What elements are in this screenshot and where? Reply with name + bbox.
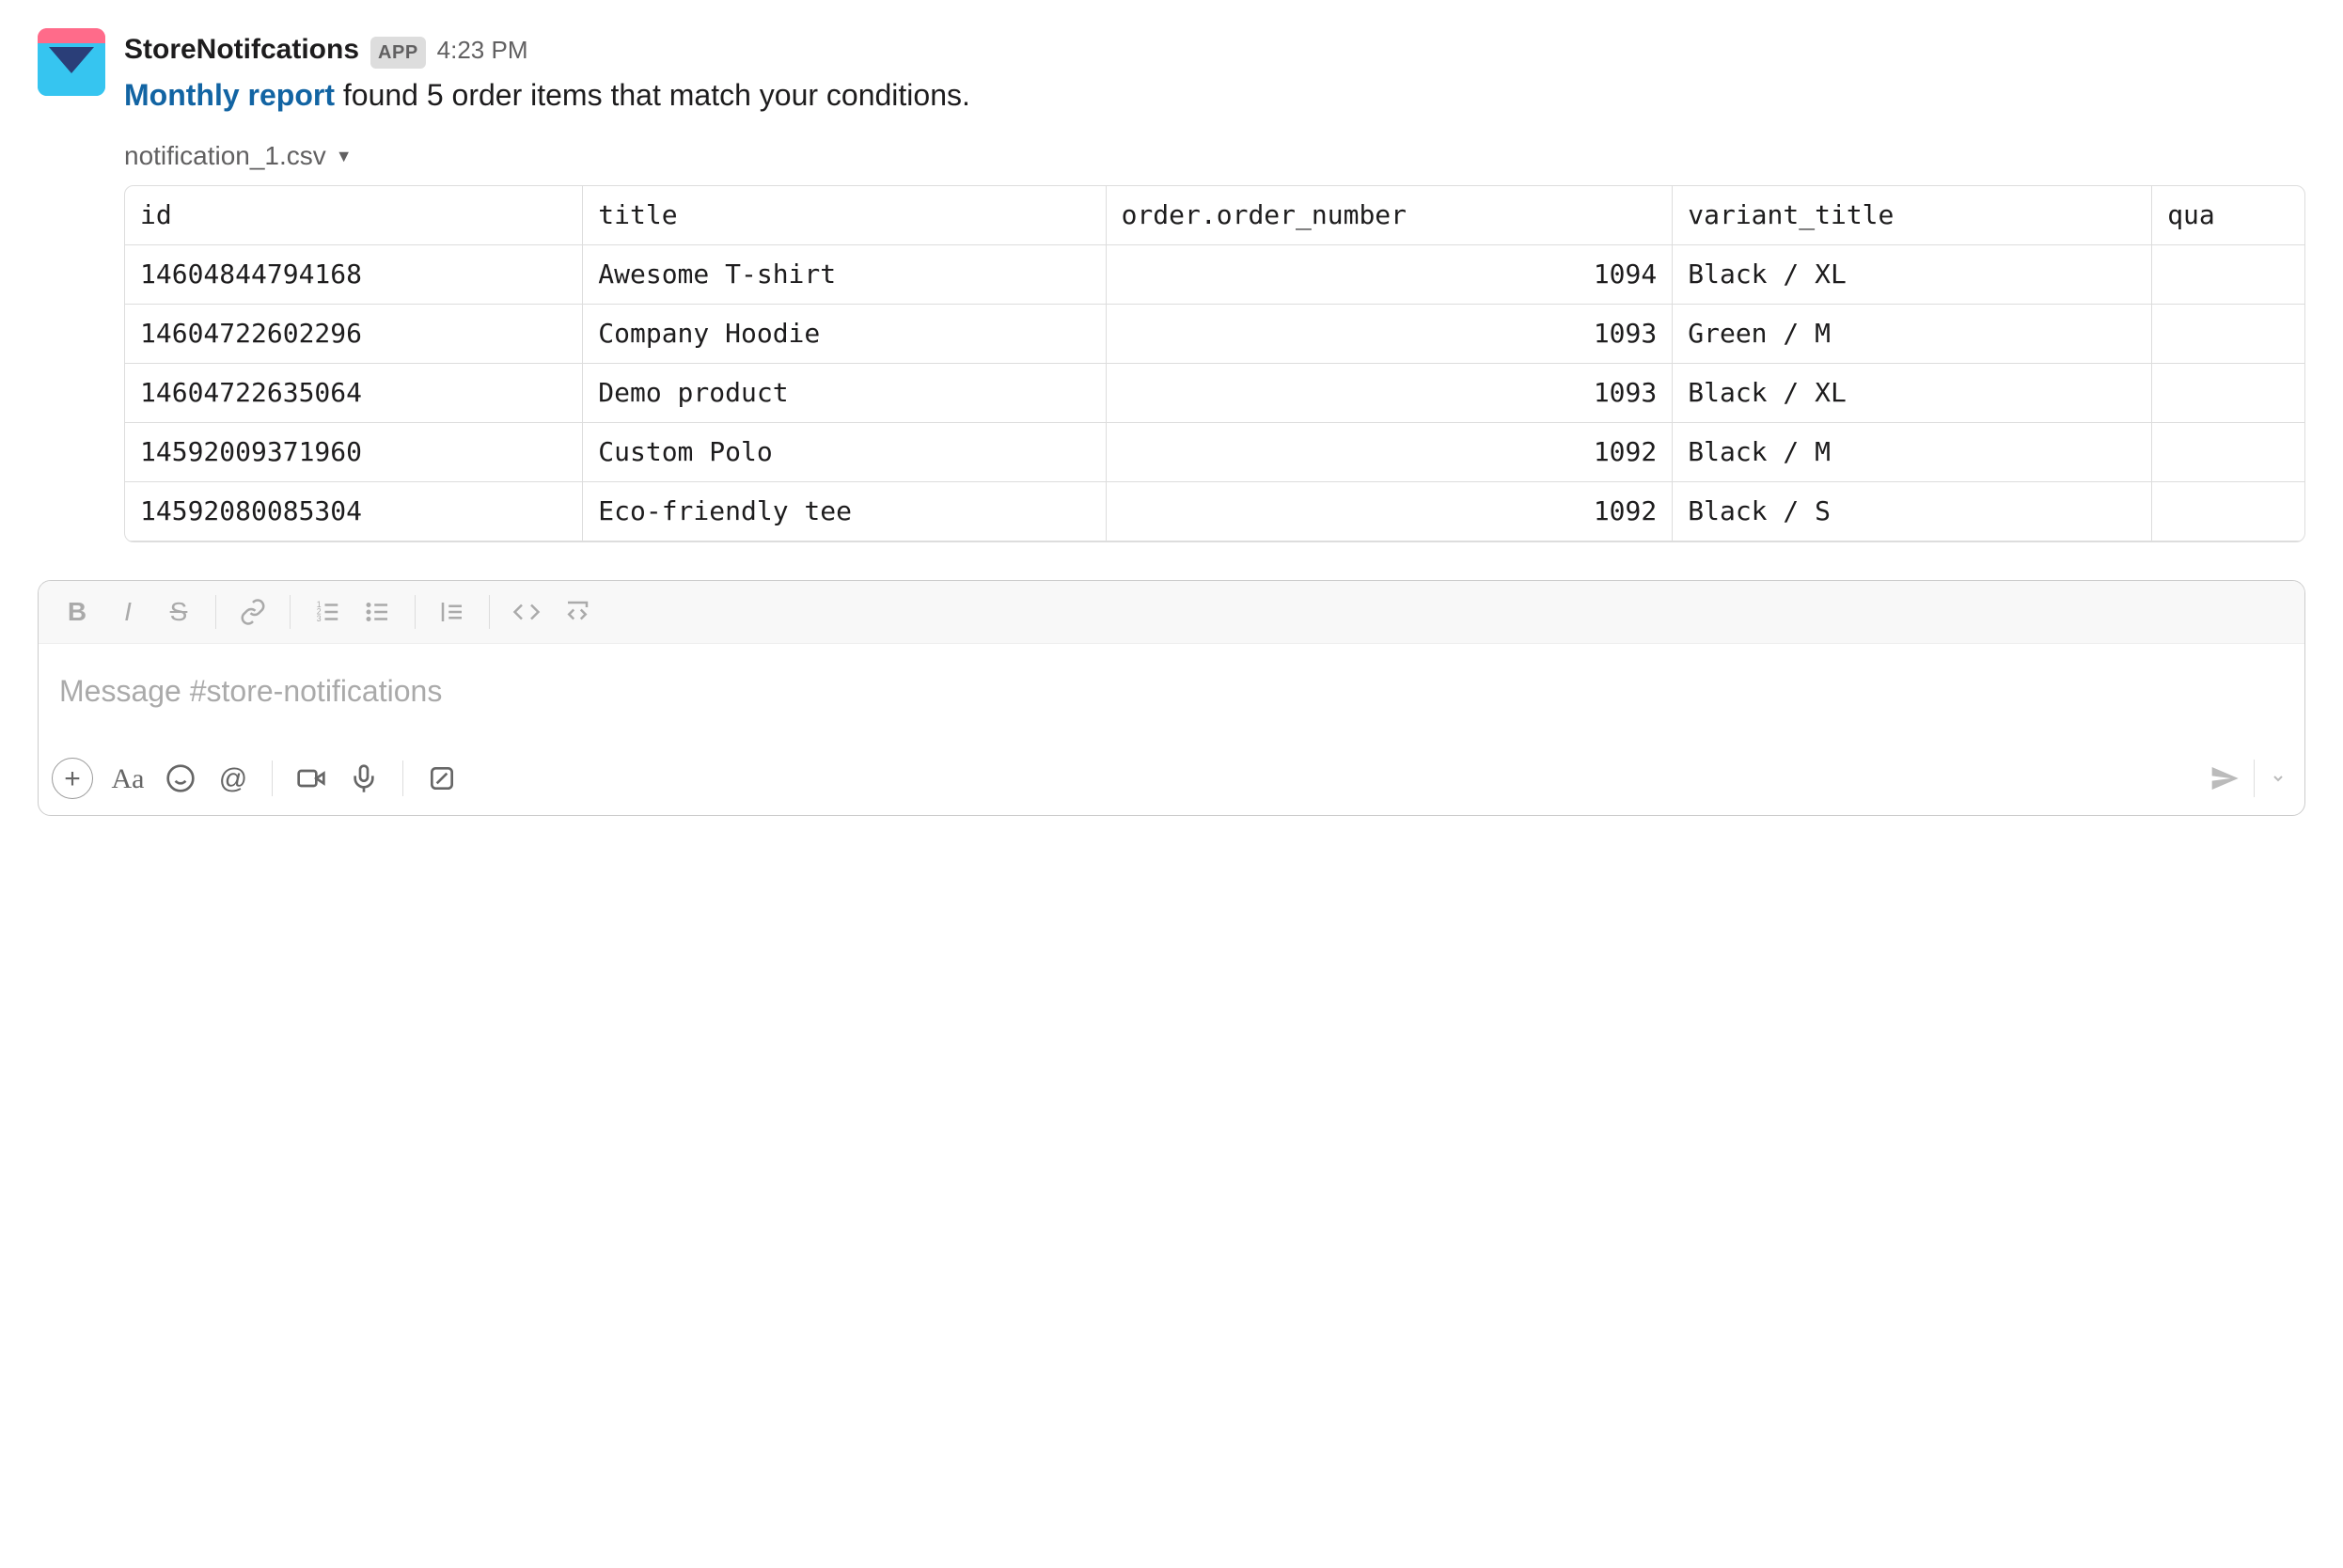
cell-qty: [2152, 364, 2304, 423]
sender-name[interactable]: StoreNotifcations: [124, 28, 359, 71]
code-block-icon[interactable]: [556, 590, 599, 634]
bold-icon[interactable]: B: [55, 590, 99, 634]
col-header: order.order_number: [1106, 186, 1673, 245]
table-row: 14604844794168 Awesome T-shirt 1094 Blac…: [125, 245, 2304, 305]
cell-variant: Black / XL: [1673, 364, 2152, 423]
col-header: id: [125, 186, 583, 245]
file-attachment: notification_1.csv ▼ id title order: [124, 134, 2305, 542]
report-link[interactable]: Monthly report: [124, 78, 335, 112]
separator: [215, 595, 216, 629]
table-row: 14592080085304 Eco-friendly tee 1092 Bla…: [125, 482, 2304, 541]
table-row: 14592009371960 Custom Polo 1092 Black / …: [125, 423, 2304, 482]
attachment-filename[interactable]: notification_1.csv ▼: [124, 136, 353, 176]
table-row: 14604722635064 Demo product 1093 Black /…: [125, 364, 2304, 423]
italic-icon[interactable]: I: [106, 590, 149, 634]
emoji-icon[interactable]: [157, 755, 204, 802]
separator: [272, 760, 273, 796]
app-badge: APP: [370, 37, 426, 69]
cell-id: 14592009371960: [125, 423, 583, 482]
message-rest: found 5 order items that match your cond…: [335, 78, 970, 112]
shortcuts-icon[interactable]: [418, 755, 465, 802]
cell-variant: Green / M: [1673, 305, 2152, 364]
strikethrough-icon[interactable]: S: [157, 590, 200, 634]
chevron-down-icon: ▼: [336, 144, 353, 169]
col-header: qua: [2152, 186, 2304, 245]
cell-id: 14604844794168: [125, 245, 583, 305]
cell-ordernum: 1094: [1106, 245, 1673, 305]
cell-ordernum: 1093: [1106, 364, 1673, 423]
cell-ordernum: 1092: [1106, 423, 1673, 482]
bullet-list-icon[interactable]: [356, 590, 400, 634]
svg-text:3: 3: [317, 614, 322, 623]
video-icon[interactable]: [288, 755, 335, 802]
composer-actions: + Aa @: [39, 747, 2304, 815]
message-header: StoreNotifcations APP 4:23 PM: [124, 28, 2305, 71]
blockquote-icon[interactable]: [431, 590, 474, 634]
cell-variant: Black / XL: [1673, 245, 2152, 305]
separator: [415, 595, 416, 629]
code-icon[interactable]: [505, 590, 548, 634]
cell-qty: [2152, 305, 2304, 364]
separator: [489, 595, 490, 629]
cell-title: Custom Polo: [583, 423, 1106, 482]
cell-qty: [2152, 423, 2304, 482]
message-composer: B I S 123 Message #store-notifications +…: [38, 580, 2305, 816]
send-options-chevron-icon[interactable]: [2254, 760, 2291, 797]
cell-id: 14604722635064: [125, 364, 583, 423]
message-timestamp: 4:23 PM: [437, 32, 528, 69]
message: StoreNotifcations APP 4:23 PM Monthly re…: [19, 19, 2324, 552]
plus-icon[interactable]: +: [52, 758, 93, 799]
cell-variant: Black / M: [1673, 423, 2152, 482]
cell-title: Company Hoodie: [583, 305, 1106, 364]
table-row: 14604722602296 Company Hoodie 1093 Green…: [125, 305, 2304, 364]
table-header-row: id title order.order_number variant_titl…: [125, 186, 2304, 245]
microphone-icon[interactable]: [340, 755, 387, 802]
mention-icon[interactable]: @: [210, 755, 257, 802]
col-header: title: [583, 186, 1106, 245]
separator: [290, 595, 291, 629]
csv-preview-table: id title order.order_number variant_titl…: [124, 185, 2305, 542]
composer-toolbar: B I S 123: [39, 581, 2304, 644]
message-input[interactable]: Message #store-notifications: [39, 644, 2304, 747]
cell-qty: [2152, 482, 2304, 541]
message-text: Monthly report found 5 order items that …: [124, 72, 2305, 118]
cell-title: Demo product: [583, 364, 1106, 423]
app-avatar: [38, 28, 105, 96]
cell-ordernum: 1093: [1106, 305, 1673, 364]
cell-id: 14592080085304: [125, 482, 583, 541]
cell-title: Eco-friendly tee: [583, 482, 1106, 541]
send-icon[interactable]: [2201, 755, 2248, 802]
filename-text: notification_1.csv: [124, 136, 326, 176]
cell-ordernum: 1092: [1106, 482, 1673, 541]
cell-qty: [2152, 245, 2304, 305]
formatting-icon[interactable]: Aa: [104, 755, 151, 802]
separator: [402, 760, 403, 796]
ordered-list-icon[interactable]: 123: [306, 590, 349, 634]
cell-id: 14604722602296: [125, 305, 583, 364]
link-icon[interactable]: [231, 590, 275, 634]
col-header: variant_title: [1673, 186, 2152, 245]
cell-variant: Black / S: [1673, 482, 2152, 541]
cell-title: Awesome T-shirt: [583, 245, 1106, 305]
